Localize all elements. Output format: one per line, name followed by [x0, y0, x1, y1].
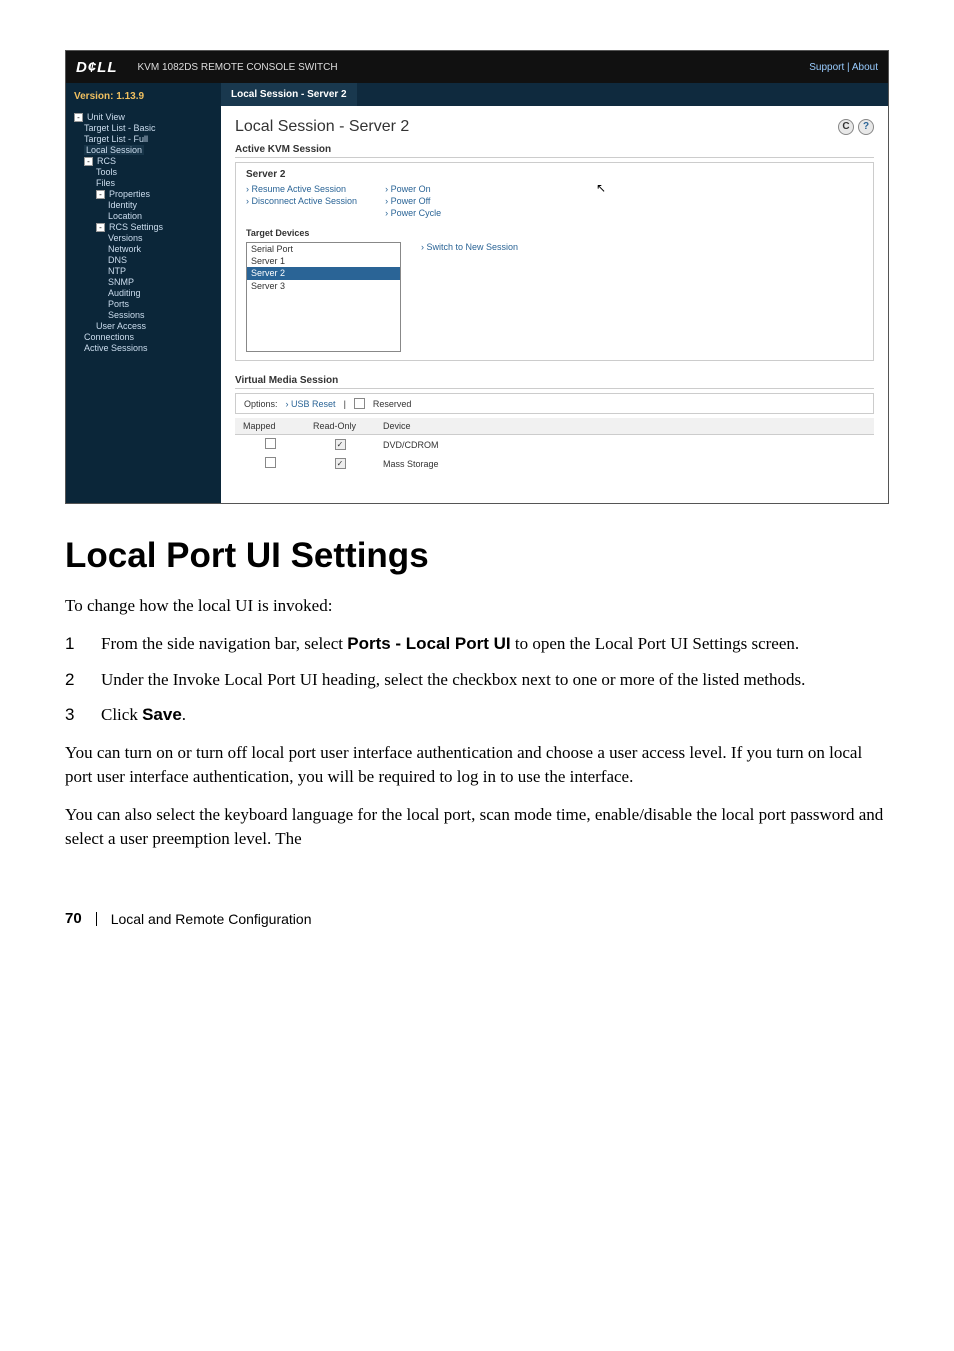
switch-session-link[interactable]: Switch to New Session	[421, 242, 518, 252]
tree-tools[interactable]: Tools	[74, 167, 213, 177]
mapped-checkbox[interactable]	[265, 457, 276, 468]
intro-paragraph: To change how the local UI is invoked:	[65, 594, 889, 618]
mapped-checkbox[interactable]	[265, 438, 276, 449]
disconnect-session-link[interactable]: Disconnect Active Session	[246, 196, 357, 206]
col-mapped: Mapped	[235, 418, 305, 435]
sidebar: Version: 1.13.9 -Unit View Target List -…	[66, 83, 221, 503]
tree-ntp[interactable]: NTP	[74, 266, 213, 276]
body-paragraph: You can turn on or turn off local port u…	[65, 741, 889, 789]
tree-network[interactable]: Network	[74, 244, 213, 254]
footer-separator	[96, 912, 97, 926]
support-link[interactable]: Support	[809, 62, 844, 73]
tree-identity[interactable]: Identity	[74, 200, 213, 210]
reserved-checkbox[interactable]	[354, 398, 365, 409]
active-kvm-heading: Active KVM Session	[235, 144, 874, 158]
tree-dns[interactable]: DNS	[74, 255, 213, 265]
readonly-checkbox[interactable]	[335, 458, 346, 469]
body-paragraph: You can also select the keyboard languag…	[65, 803, 889, 851]
page-footer: 70 Local and Remote Configuration	[65, 910, 889, 927]
power-off-link[interactable]: Power Off	[385, 196, 441, 206]
kvm-console-screenshot: D¢LL KVM 1082DS REMOTE CONSOLE SWITCH Su…	[65, 50, 889, 504]
tree-sessions[interactable]: Sessions	[74, 310, 213, 320]
save-label: Save	[142, 705, 182, 724]
step-number: 2	[65, 668, 74, 692]
tree-connections[interactable]: Connections	[74, 332, 213, 342]
step-3: 3 Click Save.	[65, 703, 889, 727]
steps-list: 1 From the side navigation bar, select P…	[65, 632, 889, 727]
refresh-icon[interactable]: C	[838, 119, 854, 135]
product-title: KVM 1082DS REMOTE CONSOLE SWITCH	[138, 62, 338, 73]
device-cell: DVD/CDROM	[375, 435, 874, 455]
collapse-icon[interactable]: -	[96, 190, 105, 199]
virtual-media-heading: Virtual Media Session	[235, 375, 874, 389]
step-1: 1 From the side navigation bar, select P…	[65, 632, 889, 656]
table-row: Mass Storage	[235, 454, 874, 473]
tree-location[interactable]: Location	[74, 211, 213, 221]
ui-path: Ports - Local Port UI	[347, 634, 510, 653]
tree-rcs-settings[interactable]: -RCS Settings	[74, 222, 213, 232]
collapse-icon[interactable]: -	[96, 223, 105, 232]
readonly-checkbox[interactable]	[335, 439, 346, 450]
vms-options-bar: Options: › USB Reset | Reserved	[235, 393, 874, 414]
tree-files[interactable]: Files	[74, 178, 213, 188]
options-label: Options:	[244, 399, 278, 409]
target-device-list[interactable]: Serial Port Server 1 Server 2 Server 3	[246, 242, 401, 352]
tree-auditing[interactable]: Auditing	[74, 288, 213, 298]
target-item-selected[interactable]: Server 2	[247, 267, 400, 280]
collapse-icon[interactable]: -	[84, 157, 93, 166]
footer-text: Local and Remote Configuration	[111, 911, 312, 927]
mouse-cursor-icon: ↖	[596, 181, 606, 195]
usb-reset-link[interactable]: › USB Reset	[286, 399, 336, 409]
app-header: D¢LL KVM 1082DS REMOTE CONSOLE SWITCH Su…	[66, 51, 888, 83]
tree-snmp[interactable]: SNMP	[74, 277, 213, 287]
tree-target-basic[interactable]: Target List - Basic	[74, 123, 213, 133]
help-icon[interactable]: ?	[858, 119, 874, 135]
target-item[interactable]: Server 3	[247, 280, 400, 292]
section-heading: Local Port UI Settings	[65, 536, 889, 576]
tree-properties[interactable]: -Properties	[74, 189, 213, 199]
step-number: 1	[65, 632, 74, 656]
tree-local-session[interactable]: Local Session	[74, 145, 213, 155]
tree-ports[interactable]: Ports	[74, 299, 213, 309]
target-devices-label: Target Devices	[246, 228, 863, 238]
main-panel: Local Session - Server 2 Local Session -…	[221, 83, 888, 503]
version-label: Version: 1.13.9	[74, 91, 213, 102]
page-number: 70	[65, 910, 82, 927]
virtual-media-table: Mapped Read-Only Device DVD/CDROM Mass S…	[235, 418, 874, 473]
tree-active-sessions[interactable]: Active Sessions	[74, 343, 213, 353]
resume-session-link[interactable]: Resume Active Session	[246, 184, 357, 194]
col-readonly: Read-Only	[305, 418, 375, 435]
col-device: Device	[375, 418, 874, 435]
active-session-box: Server 2 ↖ Resume Active Session Disconn…	[235, 162, 874, 361]
power-on-link[interactable]: Power On	[385, 184, 441, 194]
header-links: Support | About	[809, 62, 878, 73]
step-number: 3	[65, 703, 74, 727]
table-row: DVD/CDROM	[235, 435, 874, 455]
tab-local-session[interactable]: Local Session - Server 2	[221, 83, 357, 106]
tree-user-access[interactable]: User Access	[74, 321, 213, 331]
target-item[interactable]: Server 1	[247, 255, 400, 267]
tree-unit-view[interactable]: -Unit View	[74, 112, 213, 122]
server-name: Server 2	[246, 169, 863, 180]
collapse-icon[interactable]: -	[74, 113, 83, 122]
tab-strip: Local Session - Server 2	[221, 83, 888, 106]
target-item[interactable]: Serial Port	[247, 243, 400, 255]
dell-logo: D¢LL	[76, 59, 118, 76]
device-cell: Mass Storage	[375, 454, 874, 473]
page-title: Local Session - Server 2	[235, 118, 409, 136]
tree-rcs[interactable]: -RCS	[74, 156, 213, 166]
power-cycle-link[interactable]: Power Cycle	[385, 208, 441, 218]
tree-versions[interactable]: Versions	[74, 233, 213, 243]
step-2: 2 Under the Invoke Local Port UI heading…	[65, 668, 889, 692]
reserved-label: Reserved	[373, 399, 412, 409]
about-link[interactable]: About	[852, 62, 878, 73]
tree-target-full[interactable]: Target List - Full	[74, 134, 213, 144]
